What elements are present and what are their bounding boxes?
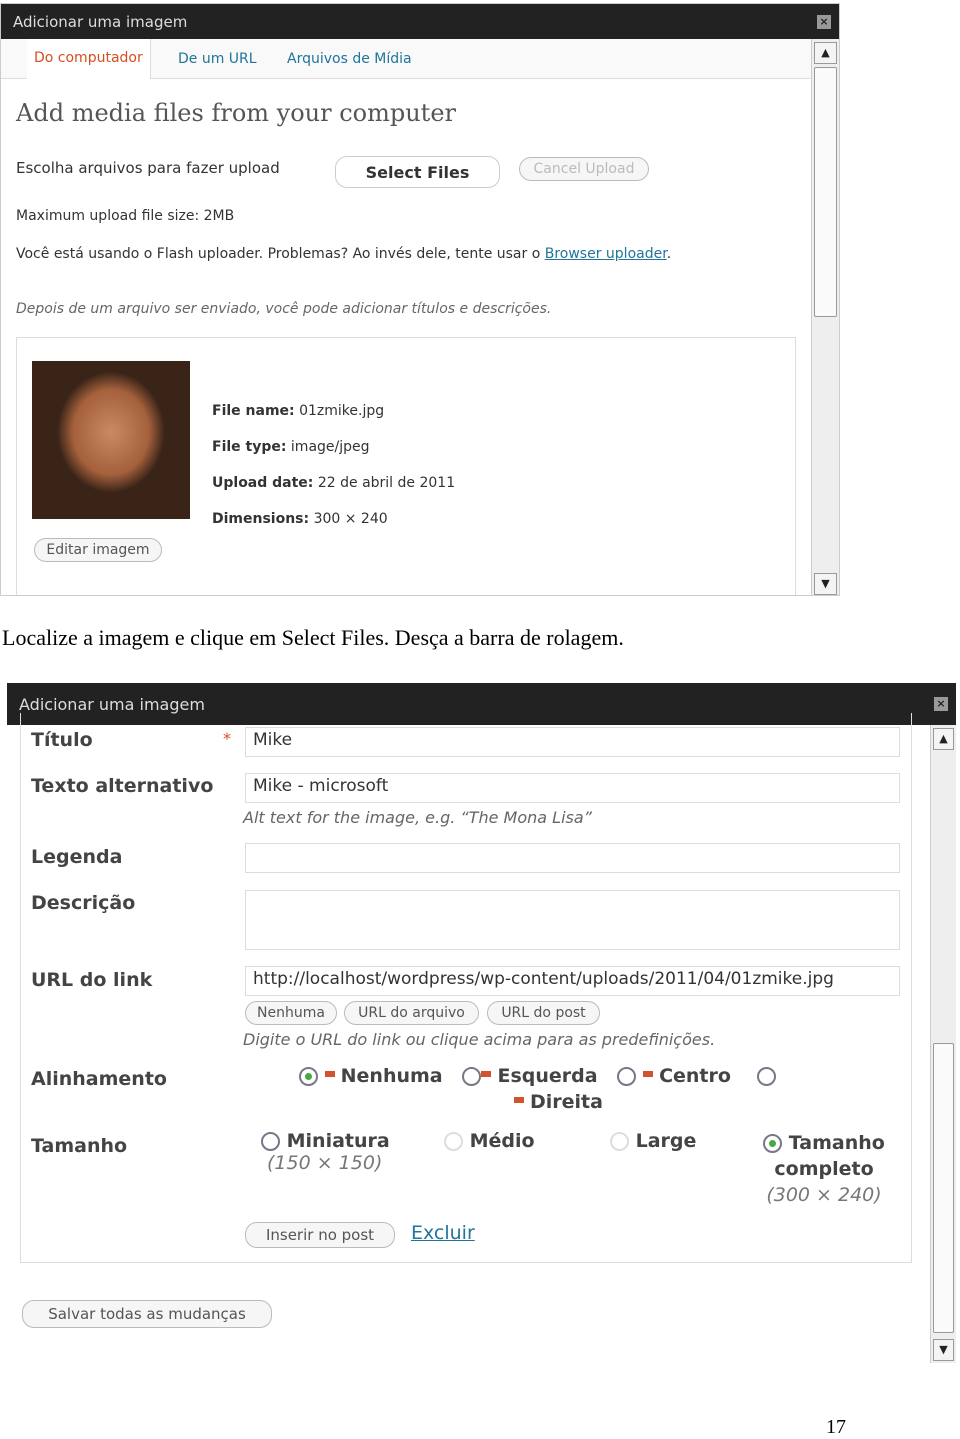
page-heading: Add media files from your computer xyxy=(16,99,457,127)
radio-disabled-icon xyxy=(444,1132,463,1151)
scroll-up-icon[interactable]: ▲ xyxy=(933,728,954,750)
media-item: File name: 01zmike.jpg File type: image/… xyxy=(16,337,796,595)
legenda-label: Legenda xyxy=(31,846,123,868)
insert-into-post-button[interactable]: Inserir no post xyxy=(245,1222,395,1248)
media-edit-dialog: Adicionar uma imagem × Título * Mike Tex… xyxy=(7,683,956,1363)
radio-checked-icon[interactable] xyxy=(763,1134,783,1153)
close-icon[interactable]: × xyxy=(934,697,948,711)
dimensions-row: Dimensions: 300 × 240 xyxy=(212,511,388,527)
after-upload-hint: Depois de um arquivo ser enviado, você p… xyxy=(16,301,552,317)
align-nenhuma[interactable]: Nenhuma xyxy=(299,1065,443,1087)
save-all-button[interactable]: Salvar todas as mudanças xyxy=(22,1300,272,1328)
size-dim: (300 × 240) xyxy=(766,1184,882,1206)
select-files-button[interactable]: Select Files xyxy=(335,156,500,188)
descricao-label: Descrição xyxy=(31,892,136,914)
scrollbar[interactable]: ▲ ▼ xyxy=(811,39,839,595)
align-center-icon xyxy=(643,1070,659,1083)
alt-text-label: Texto alternativo xyxy=(31,775,214,797)
caption: Localize a imagem e clique em Select Fil… xyxy=(2,625,624,650)
required-marker: * xyxy=(223,729,231,748)
size-large[interactable]: Large xyxy=(610,1130,696,1152)
radio-icon[interactable] xyxy=(617,1067,637,1086)
alinhamento-label: Alinhamento xyxy=(31,1068,167,1090)
dialog-titlebar: Adicionar uma imagem × xyxy=(1,4,839,39)
align-none-icon xyxy=(324,1070,341,1083)
radio-icon[interactable] xyxy=(261,1132,280,1151)
align-left-icon xyxy=(481,1070,497,1083)
file-name-row: File name: 01zmike.jpg xyxy=(212,403,385,419)
close-icon[interactable]: × xyxy=(817,14,831,29)
tab-do-computador[interactable]: Do computador xyxy=(27,39,151,79)
upload-dialog: Adicionar uma imagem × Do computador De … xyxy=(0,3,840,596)
titulo-input[interactable]: Mike xyxy=(245,727,900,757)
scroll-thumb[interactable] xyxy=(814,67,837,317)
tab-de-um-url[interactable]: De um URL xyxy=(178,51,257,67)
legenda-input[interactable] xyxy=(245,843,900,873)
size-dim: (150 × 150) xyxy=(267,1152,383,1174)
url-none-button[interactable]: Nenhuma xyxy=(245,1001,337,1025)
media-item-form: Título * Mike Texto alternativo Mike - m… xyxy=(20,713,912,1263)
scroll-up-icon[interactable]: ▲ xyxy=(814,42,837,64)
scroll-down-icon[interactable]: ▼ xyxy=(814,573,837,595)
url-post-button[interactable]: URL do post xyxy=(487,1001,600,1025)
max-upload-size: Maximum upload file size: 2MB xyxy=(16,208,235,224)
tab-bar: Do computador De um URL Arquivos de Mídi… xyxy=(1,39,811,79)
url-label: URL do link xyxy=(31,969,153,991)
flash-notice-text: Você está usando o Flash uploader. Probl… xyxy=(16,246,545,262)
scrollbar[interactable]: ▲ ▼ xyxy=(930,725,956,1363)
size-miniatura[interactable]: Miniatura (150 × 150) xyxy=(261,1130,421,1174)
align-esquerda[interactable]: Esquerda xyxy=(462,1065,598,1087)
url-help: Digite o URL do link ou clique acima par… xyxy=(243,1030,716,1049)
align-direita[interactable]: Direita xyxy=(514,1091,603,1113)
radio-disabled-icon xyxy=(610,1132,629,1151)
titulo-label: Título xyxy=(31,729,93,751)
page-number: 17 xyxy=(826,1416,846,1438)
alt-text-input[interactable]: Mike - microsoft xyxy=(245,773,900,803)
delete-link[interactable]: Excluir xyxy=(411,1222,475,1244)
edit-image-button[interactable]: Editar imagem xyxy=(34,538,162,562)
file-type-row: File type: image/jpeg xyxy=(212,439,370,455)
upload-date-row: Upload date: 22 de abril de 2011 xyxy=(212,475,456,491)
image-thumbnail xyxy=(32,361,190,519)
choose-files-label: Escolha arquivos para fazer upload xyxy=(16,159,280,177)
radio-icon[interactable] xyxy=(462,1067,482,1086)
dialog-title: Adicionar uma imagem xyxy=(13,12,188,31)
tamanho-label: Tamanho xyxy=(31,1135,128,1157)
dialog-title: Adicionar uma imagem xyxy=(19,694,205,714)
cancel-upload-button[interactable]: Cancel Upload xyxy=(519,157,649,181)
alignment-options: Nenhuma Esquerda Centro xyxy=(299,1065,777,1087)
align-centro[interactable]: Centro xyxy=(617,1065,731,1087)
file-details: File name: 01zmike.jpg File type: image/… xyxy=(212,393,455,537)
size-medio[interactable]: Médio xyxy=(444,1130,535,1152)
tab-arquivos-de-midia[interactable]: Arquivos de Mídia xyxy=(287,51,412,67)
radio-checked-icon[interactable] xyxy=(299,1067,318,1086)
radio-icon[interactable] xyxy=(757,1067,777,1086)
url-file-button[interactable]: URL do arquivo xyxy=(344,1001,479,1025)
alt-text-help: Alt text for the image, e.g. “The Mona L… xyxy=(243,808,592,827)
align-right-icon xyxy=(514,1096,530,1109)
url-input[interactable]: http://localhost/wordpress/wp-content/up… xyxy=(245,966,900,996)
scroll-down-icon[interactable]: ▼ xyxy=(933,1339,954,1361)
flash-uploader-notice: Você está usando o Flash uploader. Probl… xyxy=(16,246,672,262)
size-full[interactable]: Tamanho completo (300 × 240) xyxy=(754,1130,894,1208)
scroll-thumb[interactable] xyxy=(933,1043,954,1333)
browser-uploader-link[interactable]: Browser uploader xyxy=(545,246,667,262)
descricao-textarea[interactable] xyxy=(245,890,900,950)
